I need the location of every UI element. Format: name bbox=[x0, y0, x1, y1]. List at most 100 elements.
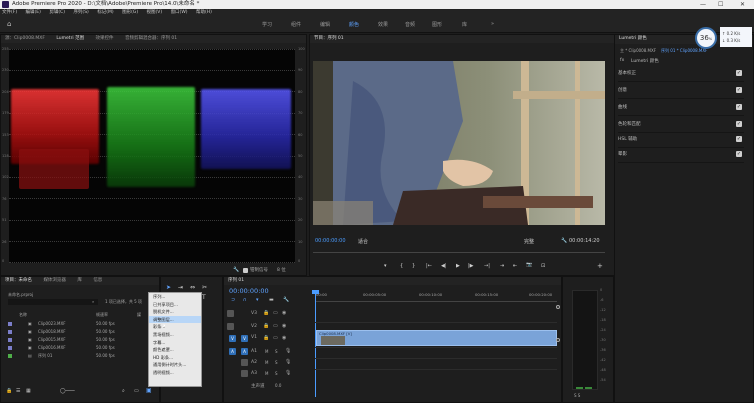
meter-solo-buttons[interactable]: S S bbox=[574, 393, 580, 398]
track-target-v3[interactable] bbox=[227, 310, 234, 317]
menu-item-captions[interactable]: 字幕... bbox=[149, 339, 201, 347]
track-lock-icon[interactable]: 🔒 bbox=[263, 323, 269, 329]
razor-tool-icon[interactable]: ✂ bbox=[202, 284, 207, 291]
menu-item-black-video[interactable]: 黑场视频... bbox=[149, 331, 201, 339]
track-mute-button[interactable]: M bbox=[265, 371, 268, 376]
section-vignette-checkbox[interactable]: ✓ bbox=[736, 151, 742, 157]
mark-in-button[interactable]: { bbox=[400, 263, 403, 269]
tab-project[interactable]: 项目：未命名 bbox=[5, 278, 32, 283]
menu-file[interactable]: 文件(F) bbox=[2, 10, 17, 15]
project-item-row[interactable]: ▣ Clip0016.MXF 50.00 fps bbox=[6, 344, 158, 352]
track-target-v1[interactable]: V bbox=[241, 335, 248, 342]
menu-item-offline-file[interactable]: 脱机文件... bbox=[149, 308, 201, 316]
section-hsl-secondary-checkbox[interactable]: ✓ bbox=[736, 136, 742, 142]
program-quality-select[interactable]: 完整 bbox=[524, 238, 534, 245]
menu-sequence[interactable]: 序列(S) bbox=[73, 10, 88, 15]
list-view-icon[interactable]: ☰ bbox=[16, 388, 20, 394]
export-frame-icon[interactable]: 📷 bbox=[526, 262, 532, 268]
track-mute-button[interactable]: M bbox=[265, 349, 268, 354]
step-back-button[interactable]: ◀| bbox=[441, 263, 447, 269]
add-marker-timeline-icon[interactable]: ▾ bbox=[256, 297, 259, 303]
search-icon[interactable]: ⌕ bbox=[92, 299, 94, 304]
project-item-row[interactable]: ▣ Clip0015.MXF 50.00 fps bbox=[6, 336, 158, 344]
maximize-button[interactable]: ☐ bbox=[718, 0, 723, 9]
workspace-more-button[interactable]: » bbox=[491, 21, 494, 27]
lumetri-fx-toggle[interactable]: fx bbox=[620, 58, 624, 63]
track-source-v1[interactable]: V bbox=[229, 335, 236, 342]
track-mute-button[interactable]: M bbox=[265, 360, 268, 365]
tab-effect-controls[interactable]: 效果控件 bbox=[96, 36, 114, 41]
home-icon[interactable]: ⌂ bbox=[7, 20, 11, 28]
timeline-wrench-icon[interactable]: 🔧 bbox=[283, 297, 289, 303]
program-settings-icon[interactable]: 🔧 bbox=[561, 238, 567, 244]
section-creative-checkbox[interactable]: ✓ bbox=[736, 87, 742, 93]
track-target-a2[interactable] bbox=[241, 359, 248, 366]
tab-info[interactable]: 信息 bbox=[93, 278, 102, 283]
tab-lumetri-scopes[interactable]: Lumetri 范围 bbox=[56, 36, 84, 41]
menu-clip[interactable]: 剪辑(C) bbox=[49, 10, 65, 15]
menu-item-adjustment-layer[interactable]: 调整图层... bbox=[149, 315, 201, 324]
tab-program[interactable]: 节目：序列 01 bbox=[314, 36, 344, 41]
extract-button[interactable]: ⇤ bbox=[513, 263, 517, 269]
new-bin-icon[interactable]: ▭ bbox=[134, 388, 139, 394]
button-editor-add[interactable]: + bbox=[597, 262, 603, 270]
track-sync-icon[interactable]: ▭ bbox=[273, 310, 278, 316]
track-target-a3[interactable] bbox=[241, 370, 248, 377]
zoom-slider[interactable]: ◯─── bbox=[60, 388, 75, 394]
go-to-out-button[interactable]: →| bbox=[484, 263, 490, 269]
track-solo-button[interactable]: S bbox=[275, 349, 278, 354]
timeline-vertical-scroll-handle[interactable] bbox=[556, 338, 560, 342]
section-curves[interactable]: 曲线 ✓ bbox=[618, 99, 744, 116]
find-icon[interactable]: ⌕ bbox=[122, 388, 125, 394]
icon-view-icon[interactable]: ▦ bbox=[26, 388, 31, 394]
play-button[interactable]: ▶ bbox=[456, 263, 460, 269]
step-forward-button[interactable]: |▶ bbox=[468, 263, 474, 269]
snap-icon[interactable]: ⊃ bbox=[231, 297, 235, 303]
mark-out-button[interactable]: } bbox=[412, 263, 415, 269]
timeline-display-settings-icon[interactable]: ▬ bbox=[269, 297, 274, 303]
menu-item-bars-and-tone[interactable]: 彩条... bbox=[149, 323, 201, 331]
selection-tool-icon[interactable]: ➤ bbox=[166, 284, 171, 291]
timeline-ruler[interactable]: 00:00 00:00:05:00 00:00:10:00 00:00:15:0… bbox=[315, 290, 557, 302]
linked-selection-icon[interactable]: ∩ bbox=[243, 297, 247, 303]
menu-item-hd-bars[interactable]: HD 彩条... bbox=[149, 354, 201, 362]
project-search-input[interactable] bbox=[8, 299, 98, 305]
scopes-wrench-icon[interactable]: 🔧 bbox=[233, 267, 239, 273]
menu-item-sequence[interactable]: 序列... bbox=[149, 293, 201, 301]
tab-audio-clip-mixer[interactable]: 音频剪辑混合器：序列 01 bbox=[125, 36, 177, 41]
tab-source[interactable]: 源：Clip0008.MXF bbox=[5, 36, 45, 41]
menu-item-shared-project[interactable]: 已共享项目... bbox=[149, 301, 201, 309]
column-frame-rate[interactable]: 帧速率 bbox=[96, 312, 108, 318]
workspace-tab-effects[interactable]: 效果 bbox=[378, 21, 388, 28]
new-item-icon[interactable]: ▣ bbox=[146, 387, 152, 394]
go-to-in-button[interactable]: |← bbox=[426, 263, 432, 269]
track-eye-icon[interactable]: ◉ bbox=[282, 335, 286, 341]
tab-libraries[interactable]: 库 bbox=[77, 278, 82, 283]
track-target-v2[interactable] bbox=[227, 323, 234, 330]
section-basic-correction[interactable]: 基本校正 ✓ bbox=[618, 65, 744, 82]
track-target-a1[interactable]: A bbox=[241, 348, 248, 355]
program-fit-select[interactable]: 适合 bbox=[358, 238, 368, 245]
workspace-tab-audio[interactable]: 音频 bbox=[405, 21, 415, 28]
workspace-tab-graphics[interactable]: 图形 bbox=[432, 21, 442, 28]
project-item-row[interactable]: ▤ 序列 01 50.00 fps bbox=[6, 352, 158, 360]
workspace-tab-libraries[interactable]: 库 bbox=[462, 21, 467, 28]
track-eye-icon[interactable]: ◉ bbox=[282, 310, 286, 316]
close-button[interactable]: ✕ bbox=[740, 0, 745, 9]
timeline-video-clip[interactable]: Clip0008.MXF [V] bbox=[316, 330, 557, 346]
program-scrub-bar[interactable] bbox=[313, 249, 605, 253]
tab-lumetri-color[interactable]: Lumetri 颜色 bbox=[619, 36, 647, 41]
section-color-wheels-checkbox[interactable]: ✓ bbox=[736, 121, 742, 127]
menu-view[interactable]: 视图(V) bbox=[147, 10, 163, 15]
track-solo-button[interactable]: S bbox=[275, 360, 278, 365]
lumetri-target-clip[interactable]: 序列 01 * Clip0008.MXF bbox=[661, 48, 707, 54]
workspace-tab-color[interactable]: 颜色 bbox=[349, 21, 359, 28]
track-lock-icon[interactable]: 🔒 bbox=[263, 335, 269, 341]
section-curves-checkbox[interactable]: ✓ bbox=[736, 104, 742, 110]
track-sync-icon[interactable]: ▭ bbox=[273, 323, 278, 329]
menu-marker[interactable]: 标记(M) bbox=[97, 10, 113, 15]
workspace-tab-editing[interactable]: 编辑 bbox=[320, 21, 330, 28]
track-eye-icon[interactable]: ◉ bbox=[282, 323, 286, 329]
menu-item-color-matte[interactable]: 颜色遮罩... bbox=[149, 346, 201, 354]
column-name[interactable]: 名称 bbox=[19, 312, 27, 318]
